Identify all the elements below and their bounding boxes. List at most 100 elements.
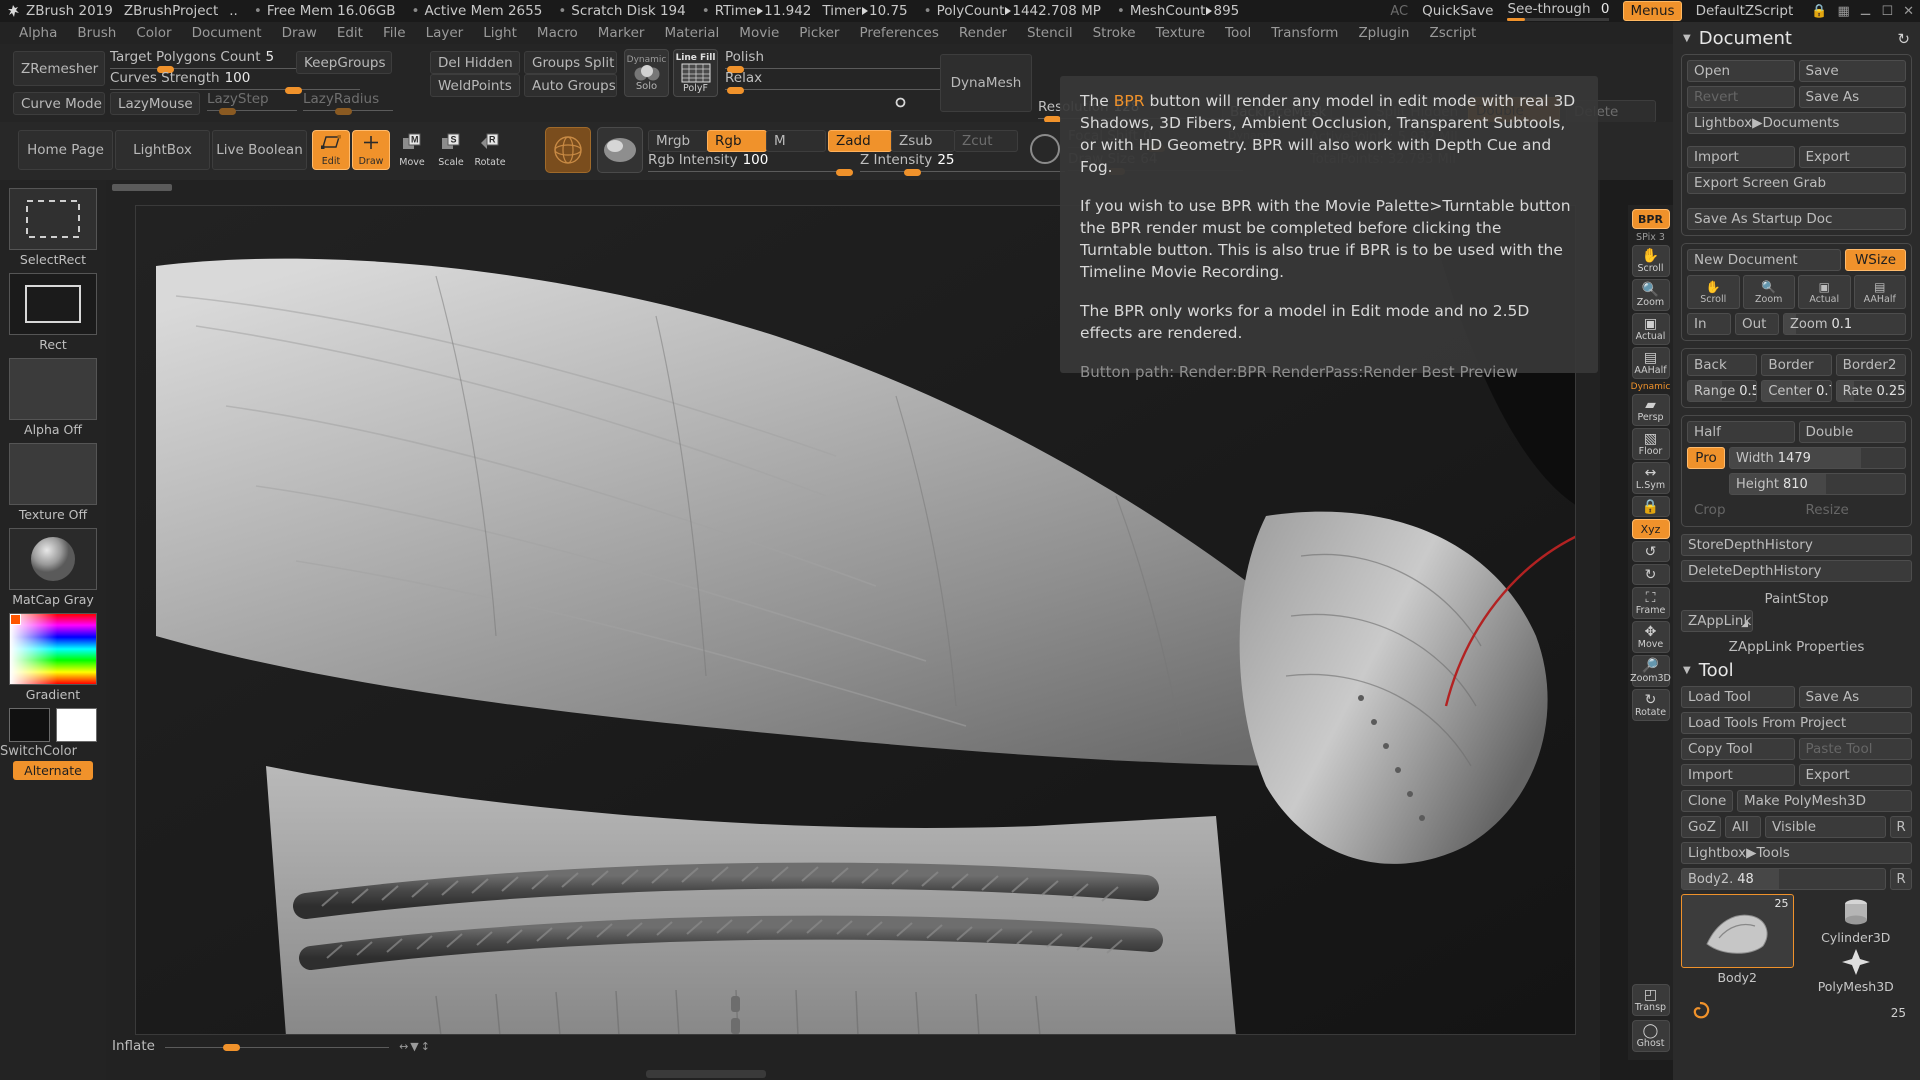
doc-scroll-button[interactable]: ✋ Scroll <box>1687 275 1740 309</box>
move-nav-button[interactable]: ✥ Move <box>1631 621 1670 653</box>
current-material-thumb[interactable] <box>597 127 643 173</box>
weldpoints-button[interactable]: WeldPoints <box>430 74 520 97</box>
draw-mode-button[interactable]: Draw <box>352 130 390 170</box>
pro-button[interactable]: Pro <box>1687 447 1725 469</box>
delete-depth-history-button[interactable]: DeleteDepthHistory <box>1681 560 1912 582</box>
lazymouse-button[interactable]: LazyMouse <box>110 92 200 115</box>
import-button[interactable]: Import <box>1687 146 1795 168</box>
auto-groups-button[interactable]: Auto Groups <box>524 74 617 97</box>
menu-item-zplugin[interactable]: Zplugin <box>1349 24 1418 42</box>
actual-button[interactable]: ▣ Actual <box>1631 313 1670 345</box>
maximize-icon[interactable]: ☐ <box>1881 4 1893 19</box>
document-palette-header[interactable]: ▼ Document ↻ <box>1673 22 1920 54</box>
alpha-off-selector[interactable]: Alpha Off <box>9 358 97 441</box>
save-as-button[interactable]: Save As <box>1798 86 1906 108</box>
color-gradient-field[interactable] <box>9 613 97 685</box>
goz-button[interactable]: GoZ <box>1681 816 1721 838</box>
resize-button[interactable]: Resize <box>1799 499 1907 521</box>
texture-off-thumb[interactable] <box>9 443 97 505</box>
zoom3d-button[interactable]: 🔎 Zoom3D <box>1630 655 1671 687</box>
menu-item-macro[interactable]: Macro <box>528 24 587 42</box>
double-size-button[interactable]: Double <box>1798 421 1906 443</box>
tool-r-button[interactable]: R <box>1890 868 1912 890</box>
load-tools-from-project-button[interactable]: Load Tools From Project <box>1681 712 1912 734</box>
inflate-knob[interactable] <box>222 1043 240 1051</box>
menu-item-color[interactable]: Color <box>127 24 180 42</box>
alternate-button[interactable]: Alternate <box>13 761 93 780</box>
tool-save-as-button[interactable]: Save As <box>1798 686 1912 708</box>
store-depth-history-button[interactable]: StoreDepthHistory <box>1681 534 1912 556</box>
tool-thumb-cylinder3d[interactable]: Cylinder3D PolyMesh3D <box>1800 894 1913 994</box>
undo-history-button[interactable]: ↺ <box>1631 541 1670 562</box>
zcut-button[interactable]: Zcut <box>954 130 1018 152</box>
zoom-in-button[interactable]: In <box>1687 313 1731 335</box>
menu-item-file[interactable]: File <box>374 24 415 42</box>
dynamesh-button[interactable]: DynaMesh <box>940 54 1032 112</box>
redo-history-button[interactable]: ↻ <box>1631 564 1670 585</box>
del-hidden-button[interactable]: Del Hidden <box>430 51 520 74</box>
save-button[interactable]: Save <box>1798 60 1906 82</box>
reset-icon[interactable]: ↻ <box>1897 30 1910 48</box>
menu-item-render[interactable]: Render <box>950 24 1016 42</box>
menu-item-zscript[interactable]: Zscript <box>1420 24 1485 42</box>
floor-button[interactable]: ▧ Floor <box>1631 428 1670 460</box>
lightbox-documents-button[interactable]: Lightbox▶Documents <box>1687 112 1906 134</box>
doc-zoom-button[interactable]: 🔍 Zoom <box>1742 275 1795 309</box>
rate-slider[interactable]: Rate 0.25 <box>1835 380 1906 402</box>
live-boolean-button[interactable]: Live Boolean <box>212 130 307 170</box>
zapplink-button[interactable]: ZAppLink ◢ <box>1681 610 1753 632</box>
menu-item-stencil[interactable]: Stencil <box>1018 24 1082 42</box>
edit-mode-button[interactable]: Edit <box>312 130 350 170</box>
tool-export-button[interactable]: Export <box>1798 764 1912 786</box>
alpha-selector[interactable]: Rect <box>9 273 97 356</box>
doc-actual-button[interactable]: ▣ Actual <box>1798 275 1851 309</box>
menus-button[interactable]: Menus <box>1623 1 1682 21</box>
aahalf-button[interactable]: ▤ AAHalf <box>1631 347 1670 379</box>
lock-icon[interactable]: 🔒 <box>1811 4 1827 19</box>
new-document-button[interactable]: New Document <box>1687 249 1841 271</box>
primary-color-swatch[interactable] <box>9 708 50 742</box>
doc-aahalf-button[interactable]: ▤ AAHalf <box>1853 275 1906 309</box>
menu-item-stroke[interactable]: Stroke <box>1084 24 1145 42</box>
zremesher-button[interactable]: ZRemesher <box>13 51 105 86</box>
lock-button[interactable]: 🔒 <box>1631 496 1670 517</box>
selectrect-thumb[interactable] <box>9 188 97 250</box>
texture-off-selector[interactable]: Texture Off <box>9 443 97 526</box>
make-polymesh3d-button[interactable]: Make PolyMesh3D <box>1737 790 1912 812</box>
curves-strength-slider[interactable]: Curves Strength 100 <box>110 71 360 94</box>
export-button[interactable]: Export <box>1798 146 1906 168</box>
grid-icon[interactable]: ▦ <box>1837 4 1849 19</box>
keepgroups-button[interactable]: KeepGroups <box>296 51 392 74</box>
rotate-mode-button[interactable]: R Rotate <box>471 130 509 170</box>
menu-item-texture[interactable]: Texture <box>1147 24 1214 42</box>
doc-zoom-slider[interactable]: Zoom 0.1 <box>1783 313 1906 335</box>
height-slider[interactable]: Height 810 <box>1729 473 1906 495</box>
polish-radio-outer-icon[interactable] <box>895 97 906 112</box>
lightbox-tools-button[interactable]: Lightbox▶Tools <box>1681 842 1912 864</box>
rect-thumb[interactable] <box>9 273 97 335</box>
mrgb-button[interactable]: Mrgb <box>648 130 708 152</box>
save-as-startup-doc-button[interactable]: Save As Startup Doc <box>1687 208 1906 230</box>
rgb-button[interactable]: Rgb <box>707 130 767 152</box>
persp-button[interactable]: ▰ Persp <box>1631 394 1670 426</box>
tool-name-slider[interactable]: Body2. 48 <box>1681 868 1886 890</box>
goz-r-button[interactable]: R <box>1890 816 1912 838</box>
inflate-track[interactable] <box>164 1043 390 1052</box>
spiral-tool-icon[interactable] <box>1687 1000 1713 1026</box>
line-fill-polyf-button[interactable]: Line Fill PolyF <box>673 49 718 97</box>
xyz-button[interactable]: Xyz <box>1631 519 1670 539</box>
crop-button[interactable]: Crop <box>1687 499 1795 521</box>
home-page-button[interactable]: Home Page <box>18 130 113 170</box>
range-slider[interactable]: Range 0.5 <box>1687 380 1758 402</box>
zoom-button[interactable]: 🔍 Zoom <box>1631 279 1670 311</box>
minimize-icon[interactable]: ⚊ <box>1860 4 1872 19</box>
menu-item-layer[interactable]: Layer <box>417 24 473 42</box>
menu-item-brush[interactable]: Brush <box>68 24 125 42</box>
menu-item-material[interactable]: Material <box>655 24 728 42</box>
groups-split-button[interactable]: Groups Split <box>524 51 617 74</box>
load-tool-button[interactable]: Load Tool <box>1681 686 1795 708</box>
paste-tool-button[interactable]: Paste Tool <box>1798 738 1912 760</box>
material-selector[interactable]: MatCap Gray <box>9 528 97 611</box>
stroke-selector[interactable]: SelectRect <box>9 188 97 271</box>
current-brush-thumb[interactable] <box>545 127 591 173</box>
